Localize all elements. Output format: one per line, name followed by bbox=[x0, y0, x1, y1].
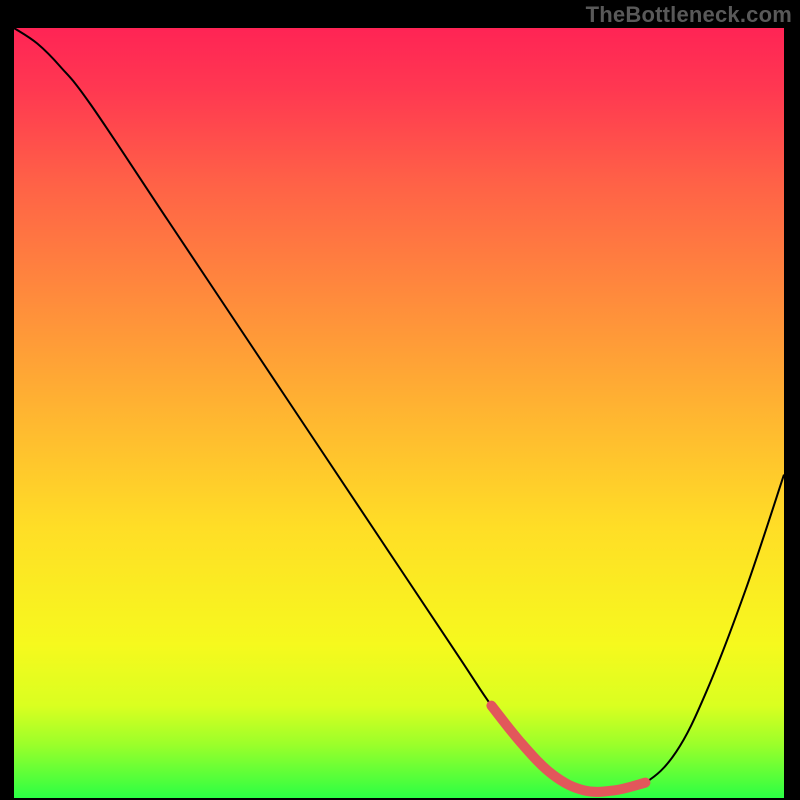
gradient-background bbox=[14, 28, 784, 798]
watermark-label: TheBottleneck.com bbox=[586, 2, 792, 28]
chart-container: TheBottleneck.com bbox=[0, 0, 800, 800]
bottleneck-chart bbox=[14, 28, 784, 798]
